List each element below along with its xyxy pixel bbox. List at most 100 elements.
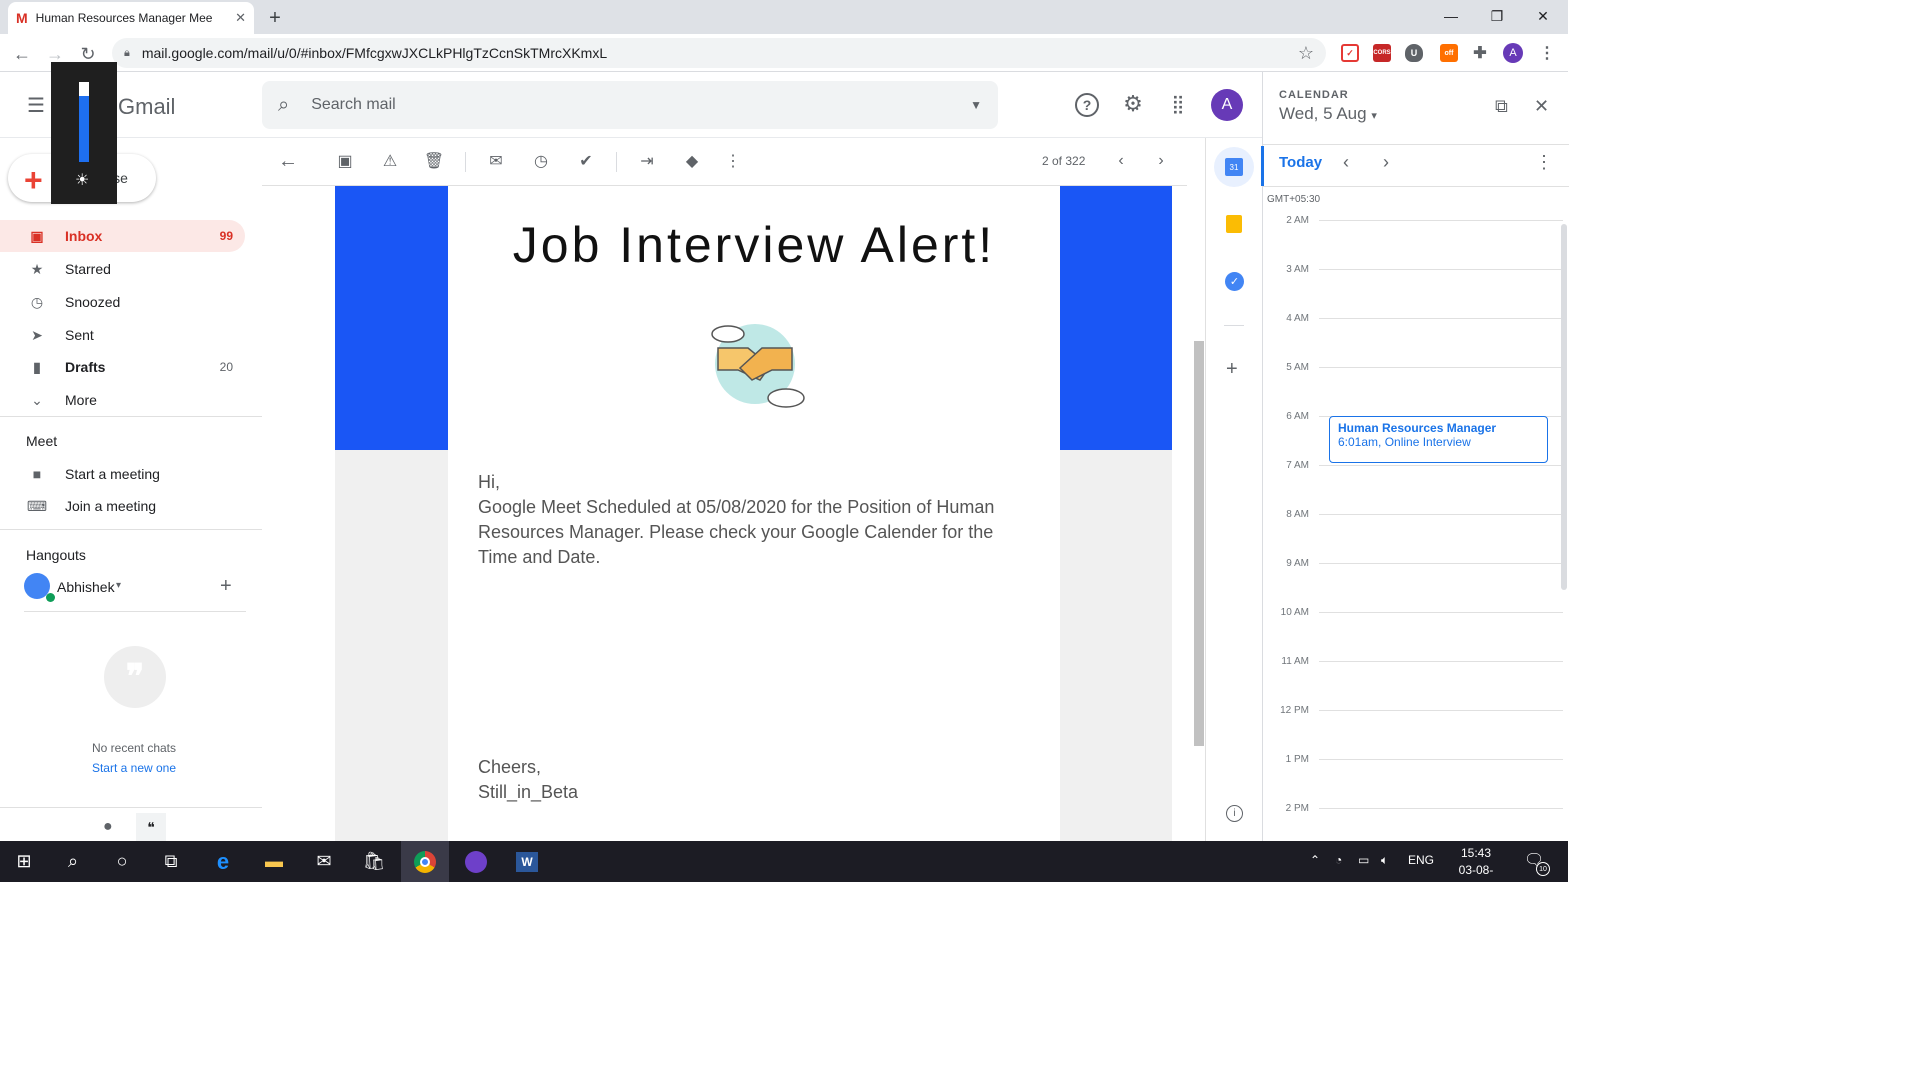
minimize-button[interactable]: — [1428, 0, 1474, 32]
new-tab-button[interactable]: + [262, 5, 288, 31]
today-button[interactable]: Today [1279, 154, 1322, 171]
main-menu-icon[interactable]: ☰ [23, 92, 49, 118]
send-icon: ➤ [31, 326, 43, 343]
sidebar-item-snoozed[interactable]: ◷ Snoozed [0, 286, 245, 318]
newer-chevron-icon[interactable]: ‹ [1110, 150, 1132, 172]
hangouts-username[interactable]: Abhishek [57, 579, 115, 595]
search-options-icon[interactable]: ▼ [970, 98, 982, 112]
sidebar-item-inbox[interactable]: ▣ Inbox 99 [0, 220, 245, 252]
add-to-tasks-icon[interactable]: ✔ [575, 150, 597, 172]
back-to-inbox-icon[interactable]: ← [277, 150, 299, 172]
github-taskbar-icon[interactable] [452, 841, 500, 882]
url-input[interactable]: 🔒︎ mail.google.com/mail/u/0/#inbox/FMfcg… [112, 38, 1326, 68]
account-avatar[interactable]: A [1211, 89, 1243, 121]
file-explorer-icon[interactable]: ▬ [250, 841, 298, 882]
hour-gridline [1319, 318, 1563, 319]
archive-icon[interactable]: ▣ [334, 150, 356, 172]
apps-grid-icon[interactable]: ⣿ [1165, 91, 1191, 117]
move-to-folder-icon[interactable]: ⇥ [636, 150, 658, 172]
mail-app-icon[interactable]: ✉ [300, 841, 348, 882]
hour-label: 7 AM [1286, 460, 1309, 471]
sidebar-item-drafts[interactable]: ▮ Drafts 20 [0, 351, 245, 383]
user-dropdown-icon[interactable]: ▾ [116, 580, 121, 591]
cortana-circle-icon[interactable]: ○ [98, 841, 146, 882]
browser-tab-bar: M Human Resources Manager Mee ✕ + — ❐ ✕ [0, 0, 1568, 34]
help-icon[interactable]: ? [1075, 93, 1099, 117]
video-camera-icon: ■ [32, 466, 42, 482]
close-panel-icon[interactable]: ✕ [1534, 96, 1549, 117]
task-view-icon[interactable]: ⧉ [147, 841, 195, 882]
start-new-chat-link[interactable]: Start a new one [0, 761, 268, 775]
message-scrollbar[interactable] [1193, 186, 1205, 841]
gmail-app-name[interactable]: Gmail [118, 94, 175, 120]
scrollbar-thumb[interactable] [1194, 341, 1204, 746]
calendar-scrollbar[interactable] [1561, 224, 1567, 590]
meet-item-label: Join a meeting [65, 498, 157, 514]
settings-gear-icon[interactable]: ⚙ [1120, 91, 1146, 117]
sidebar-item-sent[interactable]: ➤ Sent [0, 319, 245, 351]
windows-start-icon[interactable]: ⊞ [0, 841, 48, 882]
hangouts-chat-icon[interactable]: ❝ [136, 813, 166, 841]
sidebar-item-label: Snoozed [65, 294, 121, 310]
pocket-extension-icon[interactable]: ✓ [1341, 44, 1359, 62]
battery-icon[interactable]: ▭ [1358, 853, 1369, 867]
sidebar-item-more[interactable]: ⌄ More [0, 384, 245, 416]
calendar-date-selector[interactable]: Wed, 5 Aug ▾ [1279, 104, 1377, 124]
unread-count: 99 [219, 229, 233, 243]
older-chevron-icon[interactable]: › [1150, 150, 1172, 172]
chrome-taskbar-icon[interactable] [401, 841, 449, 882]
back-icon[interactable]: ← [10, 42, 34, 66]
sidebar-item-starred[interactable]: ★ Starred [0, 253, 245, 285]
tasks-addon-icon[interactable]: ✓ [1225, 272, 1244, 291]
close-window-button[interactable]: ✕ [1520, 0, 1566, 32]
hour-row: 2 PM [1263, 803, 1569, 814]
browser-tab[interactable]: M Human Resources Manager Mee ✕ [8, 2, 254, 34]
profile-avatar[interactable]: A [1503, 43, 1523, 63]
join-meeting-item[interactable]: ⌨ Join a meeting [0, 490, 245, 522]
browser-menu-icon[interactable]: ⋮ [1538, 44, 1556, 62]
gmail-header: ☰ Gmail ⌕ Search mail ▼ ? ⚙ ⣿ A [0, 72, 1262, 138]
word-taskbar-icon[interactable]: W [503, 841, 551, 882]
hour-label: 3 AM [1286, 264, 1309, 275]
calendar-addon-icon[interactable]: 31 [1214, 147, 1254, 187]
star-icon: ★ [30, 260, 44, 277]
delete-trash-icon[interactable]: 🗑︎ [423, 150, 445, 172]
report-spam-icon[interactable]: ⚠ [379, 150, 401, 172]
taskbar-search-icon[interactable]: ⌕ [49, 841, 97, 882]
open-in-new-tab-icon[interactable]: ⧉ [1495, 96, 1508, 117]
search-input[interactable]: Search mail [311, 96, 395, 114]
calendar-more-icon[interactable]: ⋮ [1535, 152, 1553, 173]
speaker-icon[interactable]: 🔈︎ [1381, 853, 1388, 868]
search-bar[interactable]: ⌕ Search mail ▼ [262, 81, 998, 129]
ublock-extension-icon[interactable]: U [1405, 44, 1423, 62]
input-language[interactable]: ENG [1408, 853, 1434, 867]
store-icon[interactable]: 🛍︎ [350, 841, 398, 882]
honey-extension-icon[interactable]: off [1440, 44, 1458, 62]
search-icon[interactable]: ⌕ [278, 94, 289, 117]
restore-button[interactable]: ❐ [1474, 0, 1520, 32]
get-addons-plus-icon[interactable]: + [1226, 358, 1238, 381]
hour-row: 9 AM [1263, 558, 1569, 569]
drafts-count: 20 [219, 360, 233, 374]
snooze-clock-icon[interactable]: ◷ [530, 150, 552, 172]
contacts-person-icon[interactable]: ● [103, 818, 113, 836]
start-meeting-item[interactable]: ■ Start a meeting [0, 458, 245, 490]
taskbar-clock[interactable]: 15:43 03-08-2020 [1446, 845, 1506, 896]
keep-addon-icon[interactable] [1226, 215, 1242, 233]
internet-explorer-icon[interactable]: e [199, 841, 247, 882]
info-icon[interactable]: i [1226, 805, 1243, 822]
previous-day-icon[interactable]: ‹ [1343, 152, 1349, 173]
more-options-icon[interactable]: ⋮ [722, 150, 744, 172]
next-day-icon[interactable]: › [1383, 152, 1389, 173]
calendar-event[interactable]: Human Resources Manager 6:01am, Online I… [1329, 416, 1548, 463]
show-hidden-icons-chevron-icon[interactable]: ⌃ [1310, 853, 1320, 867]
wifi-icon[interactable]: ◔ [1335, 853, 1342, 867]
label-tag-icon[interactable]: ◆ [681, 150, 703, 172]
bookmark-star-icon[interactable]: ☆ [1298, 43, 1314, 64]
close-tab-icon[interactable]: ✕ [235, 10, 246, 26]
add-chat-icon[interactable]: + [220, 575, 232, 598]
hour-label: 2 AM [1286, 215, 1309, 226]
cors-extension-icon[interactable]: CORS [1373, 44, 1391, 62]
extensions-puzzle-icon[interactable]: ✚ [1471, 44, 1489, 62]
mark-unread-icon[interactable]: ✉ [485, 150, 507, 172]
